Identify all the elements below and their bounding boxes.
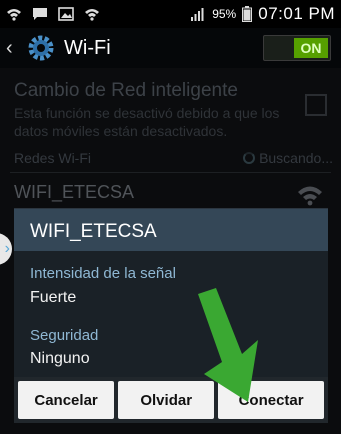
search-status: Buscando... <box>243 150 333 166</box>
image-icon <box>58 7 74 21</box>
dialog-header: WIFI_ETECSA <box>14 209 328 251</box>
wifi-icon <box>85 9 99 21</box>
smart-network-title: Cambio de Red inteligente <box>14 80 238 101</box>
battery-percent: 95% <box>212 7 237 21</box>
section-label-wifi-networks: Redes Wi-Fi <box>14 150 92 166</box>
smart-network-checkbox[interactable] <box>305 94 327 116</box>
network-item-name[interactable]: WIFI_ETECSA <box>14 182 134 203</box>
message-icon <box>33 8 47 20</box>
cancel-button[interactable]: Cancelar <box>18 381 115 419</box>
signal-value: Fuerte <box>30 289 77 306</box>
toggle-on-label: ON <box>294 38 328 58</box>
clock: 07:01 PM <box>258 4 335 23</box>
wifi-signal-icon <box>298 186 322 206</box>
dialog-title: WIFI_ETECSA <box>30 221 157 242</box>
status-bar: 95% 07:01 PM <box>0 0 341 28</box>
battery-icon <box>242 6 253 22</box>
gear-icon[interactable] <box>26 33 56 63</box>
divider <box>10 172 331 173</box>
signal-label: Intensidad de la señal <box>30 265 176 282</box>
action-bar: ‹ Wi-Fi ON <box>0 28 341 68</box>
page-title: Wi-Fi <box>64 36 111 59</box>
signal-icon <box>191 8 204 21</box>
security-value: Ninguno <box>30 350 90 367</box>
spinner-icon <box>243 152 256 164</box>
notification-icons <box>6 7 100 21</box>
search-status-text: Buscando... <box>259 150 333 166</box>
smart-network-description: Esta función se desactivó debido a que l… <box>14 105 280 139</box>
annotation-arrow-icon <box>198 288 258 402</box>
wifi-icon <box>7 9 21 21</box>
security-label: Seguridad <box>30 327 99 344</box>
wifi-toggle[interactable]: ON <box>263 35 331 61</box>
back-icon[interactable]: ‹ <box>6 37 22 60</box>
